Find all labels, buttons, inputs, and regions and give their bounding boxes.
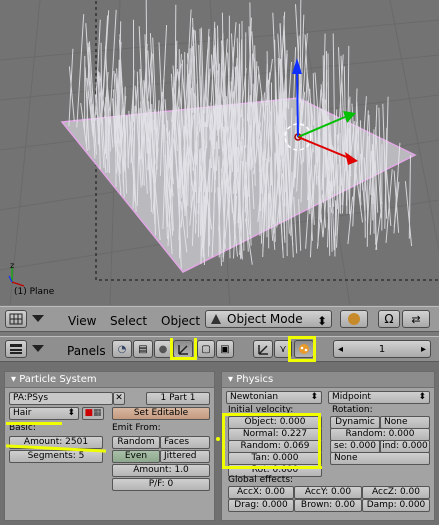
editing-tab[interactable]: ▢ xyxy=(197,340,215,358)
panels-label: Panels xyxy=(67,344,106,358)
brown-field[interactable]: Brown: 0.00 xyxy=(294,499,362,512)
mode-select[interactable]: Object Mode ⬍ xyxy=(205,310,332,328)
damp-field[interactable]: Damp: 0.000 xyxy=(362,499,430,512)
3d-view-header: View Select Object Object Mode ⬍ Ω ⇄ xyxy=(0,306,439,332)
editor-type-button[interactable] xyxy=(5,310,27,328)
scene-tab[interactable]: ▣ xyxy=(216,340,234,358)
highlight-mark xyxy=(216,437,220,441)
dropdown-arrows-icon: ⬍ xyxy=(316,314,327,328)
particle-context-button[interactable] xyxy=(294,340,314,358)
accz-field[interactable]: AccZ: 0.00 xyxy=(362,486,430,499)
buttons-header: Panels ◔ ▤ ● ▢ ▣ ⋎ ◂ 1 ▸ xyxy=(0,336,439,362)
faces-select[interactable]: Faces xyxy=(160,436,210,449)
highlight-mark xyxy=(194,338,197,360)
angular-none-select[interactable]: None xyxy=(330,452,430,465)
type-color-icon[interactable]: ■▦ xyxy=(82,407,104,420)
physics-panel: ▾ Physics Newtonian ⬍ Midpoint ⬍ Initial v… xyxy=(221,371,435,521)
logic-icon: ◔ xyxy=(117,343,127,355)
emit-from-label: Emit From: xyxy=(112,423,161,433)
pivot-button[interactable]: Ω xyxy=(378,310,400,328)
highlight-mark xyxy=(318,413,321,469)
z-axis xyxy=(296,69,299,138)
particle-type-select[interactable]: Hair ⬍ xyxy=(9,407,79,420)
frame-field[interactable]: ◂ 1 ▸ xyxy=(333,340,431,358)
grid-icon xyxy=(9,313,23,325)
arrow-left-icon: ◂ xyxy=(338,343,344,355)
object-axis-icon xyxy=(178,345,188,355)
object-tab[interactable] xyxy=(173,340,193,358)
highlight-mark xyxy=(222,413,320,416)
highlight-mark xyxy=(222,413,225,469)
arrow-right-icon: ▸ xyxy=(420,343,426,355)
dropdown-icon: ⬍ xyxy=(67,408,75,418)
physics-title[interactable]: ▾ Physics xyxy=(222,372,434,388)
object-context-button[interactable] xyxy=(253,340,273,358)
accy-field[interactable]: AccY: 0.00 xyxy=(294,486,362,499)
emit-amount-field[interactable]: Amount: 1.0 xyxy=(112,464,210,477)
random-toggle[interactable]: Random xyxy=(112,436,160,449)
buttons-window-icon xyxy=(10,344,22,354)
viewport-canvas[interactable]: z xyxy=(0,0,439,305)
particle-icon xyxy=(299,344,309,354)
logic-tab[interactable]: ◔ xyxy=(112,340,132,358)
manipulator-icon: ⇄ xyxy=(411,312,421,326)
object-context-icon xyxy=(258,345,268,355)
shading-icon xyxy=(348,313,360,325)
pivot-icon: Ω xyxy=(384,312,394,326)
part-selector[interactable]: 1 Part 1 xyxy=(146,392,210,405)
accx-field[interactable]: AccX: 0.00 xyxy=(228,486,294,499)
buttons-editor-type[interactable] xyxy=(5,340,27,358)
psys-name-field[interactable]: PA:PSys xyxy=(9,392,113,405)
particle-system-title[interactable]: ▾ Particle System xyxy=(5,372,214,388)
rotation-label: Rotation: xyxy=(332,405,373,415)
collapse-menu-icon-2[interactable] xyxy=(31,342,45,356)
jittered-select[interactable]: Jittered xyxy=(160,450,210,463)
set-editable-button[interactable]: Set Editable xyxy=(112,407,210,420)
sphere-icon: ● xyxy=(158,343,168,355)
even-toggle[interactable]: Even xyxy=(112,450,160,463)
dropdown-icon: ⬍ xyxy=(418,392,426,402)
draw-type-button[interactable] xyxy=(340,310,368,328)
highlight-mark xyxy=(222,466,322,469)
psys-delete-button[interactable]: ✕ xyxy=(113,392,125,405)
dropdown-icon: ⬍ xyxy=(310,392,318,402)
pf-field[interactable]: P/F: 0 xyxy=(112,478,210,491)
scene-icon: ▣ xyxy=(220,343,230,355)
transform-manipulator-button[interactable]: ⇄ xyxy=(402,310,430,328)
collapse-menu-icon[interactable] xyxy=(31,312,45,326)
object-label: (1) Plane xyxy=(14,287,55,297)
svg-text:z: z xyxy=(10,261,14,270)
integrator-select[interactable]: Midpoint ⬍ xyxy=(328,391,430,404)
highlight-mark xyxy=(170,357,194,360)
menu-object[interactable]: Object xyxy=(161,314,200,328)
script-icon: ▤ xyxy=(138,343,148,355)
global-effects-label: Global effects: xyxy=(228,475,294,485)
3d-viewport[interactable]: z (1) Plane xyxy=(0,0,439,305)
highlight-mark xyxy=(288,336,316,339)
highlight-mark xyxy=(288,359,316,362)
segments-field[interactable]: Segments: 5 xyxy=(9,450,103,463)
menu-view[interactable]: View xyxy=(68,314,96,328)
menu-select[interactable]: Select xyxy=(110,314,147,328)
object-mode-icon xyxy=(211,314,221,324)
highlight-mark xyxy=(6,422,62,425)
edit-icon: ▢ xyxy=(201,343,211,355)
close-icon: ✕ xyxy=(115,393,123,403)
script-tab[interactable]: ▤ xyxy=(133,340,153,358)
physics-type-select[interactable]: Newtonian ⬍ xyxy=(226,391,322,404)
drag-field[interactable]: Drag: 0.000 xyxy=(228,499,294,512)
physics-icon: ⋎ xyxy=(279,343,287,355)
